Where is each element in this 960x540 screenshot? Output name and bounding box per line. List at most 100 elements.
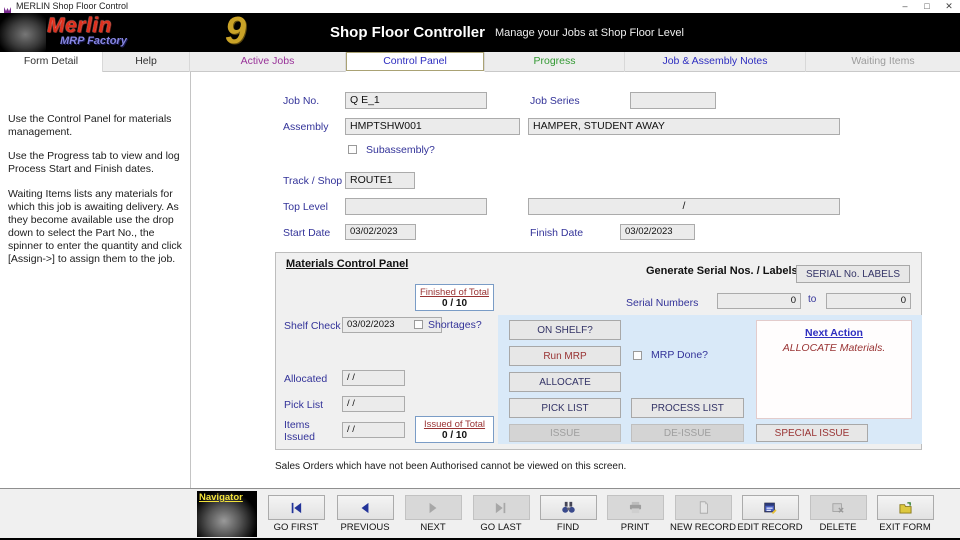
track-shop-id-field[interactable]: ROUTE1: [345, 172, 415, 189]
top-level-label: Top Level: [283, 201, 328, 213]
tab-form-detail[interactable]: Form Detail: [0, 52, 103, 72]
items-issued-field[interactable]: / /: [342, 422, 405, 438]
go-first-caption: GO FIRST: [263, 522, 329, 533]
exit-form-caption: EXIT FORM: [872, 522, 938, 533]
exit-form-folder-icon: [898, 501, 913, 514]
tab-bar: Form Detail Help Active Jobs Control Pan…: [0, 52, 960, 72]
subassembly-checkbox[interactable]: [348, 145, 357, 154]
sidebar-paragraph: Waiting Items lists any materials for wh…: [8, 188, 182, 267]
serial-to-field[interactable]: 0: [826, 293, 911, 309]
assembly-description-field[interactable]: HAMPER, STUDENT AWAY: [528, 118, 840, 135]
go-first-button[interactable]: [268, 495, 325, 520]
sidebar-divider: [190, 72, 191, 488]
issue-button[interactable]: ISSUE: [509, 424, 621, 442]
maximize-button[interactable]: □: [916, 0, 938, 13]
nav-item-next: NEXT: [400, 495, 466, 533]
next-button[interactable]: [405, 495, 462, 520]
assembly-code-field[interactable]: HMPTSHW001: [345, 118, 520, 135]
sidebar-paragraph: Use the Progress tab to view and log Pro…: [8, 150, 182, 176]
shortages-checkbox[interactable]: [414, 320, 423, 329]
pick-list-label: Pick List: [284, 399, 323, 411]
run-mrp-button[interactable]: Run MRP: [509, 346, 621, 366]
previous-button[interactable]: [337, 495, 394, 520]
print-button[interactable]: [607, 495, 664, 520]
delete-caption: DELETE: [805, 522, 871, 533]
tab-progress[interactable]: Progress: [485, 52, 625, 72]
edit-record-icon: [763, 501, 777, 514]
shelf-check-field[interactable]: 03/02/2023: [342, 317, 442, 333]
go-last-button[interactable]: [473, 495, 530, 520]
nav-item-find: FIND: [535, 495, 601, 533]
special-issue-button[interactable]: SPECIAL ISSUE: [756, 424, 868, 442]
sales-orders-footnote: Sales Orders which have not been Authori…: [275, 461, 626, 472]
finished-of-total-label: Finished of Total: [416, 287, 493, 298]
subassembly-label: Subassembly?: [366, 144, 435, 156]
finish-date-field[interactable]: 03/02/2023: [620, 224, 695, 240]
nav-item-print: PRINT: [602, 495, 668, 533]
shelf-check-label: Shelf Check: [284, 320, 341, 332]
pick-list-field[interactable]: / /: [342, 396, 405, 412]
materials-panel-title: Materials Control Panel: [286, 258, 408, 270]
finished-of-total-value: 0 / 10: [416, 298, 493, 309]
navigator-bar: Navigator GO FIRST PREVIOUS NEXT GO LAST: [0, 488, 960, 538]
new-record-page-icon: [697, 501, 710, 514]
pick-list-button[interactable]: PICK LIST: [509, 398, 621, 418]
window-title: MERLIN Shop Floor Control: [16, 1, 128, 11]
next-action-text: ALLOCATE Materials.: [757, 342, 911, 354]
next-action-box: Next Action ALLOCATE Materials.: [756, 320, 912, 419]
issued-of-total-value: 0 / 10: [416, 430, 493, 441]
start-date-label: Start Date: [283, 227, 330, 239]
serial-numbers-label: Serial Numbers: [626, 297, 698, 309]
on-shelf-button[interactable]: ON SHELF?: [509, 320, 621, 340]
allocate-button[interactable]: ALLOCATE: [509, 372, 621, 392]
job-series-field[interactable]: [630, 92, 716, 109]
top-level-path-field[interactable]: /: [528, 198, 840, 215]
top-level-field[interactable]: [345, 198, 487, 215]
nav-item-previous: PREVIOUS: [332, 495, 398, 533]
tab-job-assembly-notes[interactable]: Job & Assembly Notes: [625, 52, 806, 72]
page-title: Shop Floor Controller: [330, 24, 485, 41]
wizard-image: [0, 13, 46, 52]
de-issue-button[interactable]: DE-ISSUE: [631, 424, 744, 442]
tab-control-panel[interactable]: Control Panel: [346, 52, 485, 72]
find-caption: FIND: [535, 522, 601, 533]
help-sidebar: Use the Control Panel for materials mana…: [0, 72, 190, 488]
job-series-label: Job Series: [530, 95, 580, 107]
find-binoculars-icon: [561, 501, 576, 514]
serial-to-label: to: [808, 294, 816, 305]
serial-labels-button[interactable]: SERIAL No. LABELS: [796, 265, 910, 283]
start-date-field[interactable]: 03/02/2023: [345, 224, 416, 240]
tab-active-jobs[interactable]: Active Jobs: [190, 52, 346, 72]
materials-control-panel: Materials Control Panel Generate Serial …: [275, 252, 922, 450]
nav-item-edit-record: EDIT RECORD: [737, 495, 803, 533]
allocated-label: Allocated: [284, 373, 327, 385]
go-last-icon: [494, 502, 508, 514]
sidebar-paragraph: Use the Control Panel for materials mana…: [8, 113, 182, 139]
process-list-button[interactable]: PROCESS LIST: [631, 398, 744, 418]
issued-of-total-box: Issued of Total 0 / 10: [415, 416, 494, 443]
mrp-done-checkbox[interactable]: [633, 351, 642, 360]
next-caption: NEXT: [400, 522, 466, 533]
nav-item-go-last: GO LAST: [468, 495, 534, 533]
finish-date-label: Finish Date: [530, 227, 583, 239]
nav-item-exit-form: EXIT FORM: [872, 495, 938, 533]
previous-caption: PREVIOUS: [332, 522, 398, 533]
navigator-image: Navigator: [197, 491, 257, 537]
actions-panel: ON SHELF? Run MRP ALLOCATE PICK LIST ISS…: [498, 315, 922, 444]
delete-button[interactable]: [810, 495, 867, 520]
job-no-field[interactable]: Q E_1: [345, 92, 487, 109]
delete-record-icon: [831, 502, 845, 514]
tab-help[interactable]: Help: [103, 52, 190, 72]
new-record-caption: NEW RECORD: [670, 522, 736, 533]
allocated-field[interactable]: / /: [342, 370, 405, 386]
serial-from-field[interactable]: 0: [717, 293, 801, 309]
exit-form-button[interactable]: [877, 495, 934, 520]
edit-record-button[interactable]: [742, 495, 799, 520]
find-button[interactable]: [540, 495, 597, 520]
new-record-button[interactable]: [675, 495, 732, 520]
tab-waiting-items[interactable]: Waiting Items: [806, 52, 960, 72]
close-button[interactable]: ✕: [938, 0, 960, 13]
mrp-done-label: MRP Done?: [651, 349, 708, 361]
items-issued-label: Items Issued: [284, 419, 326, 443]
minimize-button[interactable]: –: [894, 0, 916, 13]
